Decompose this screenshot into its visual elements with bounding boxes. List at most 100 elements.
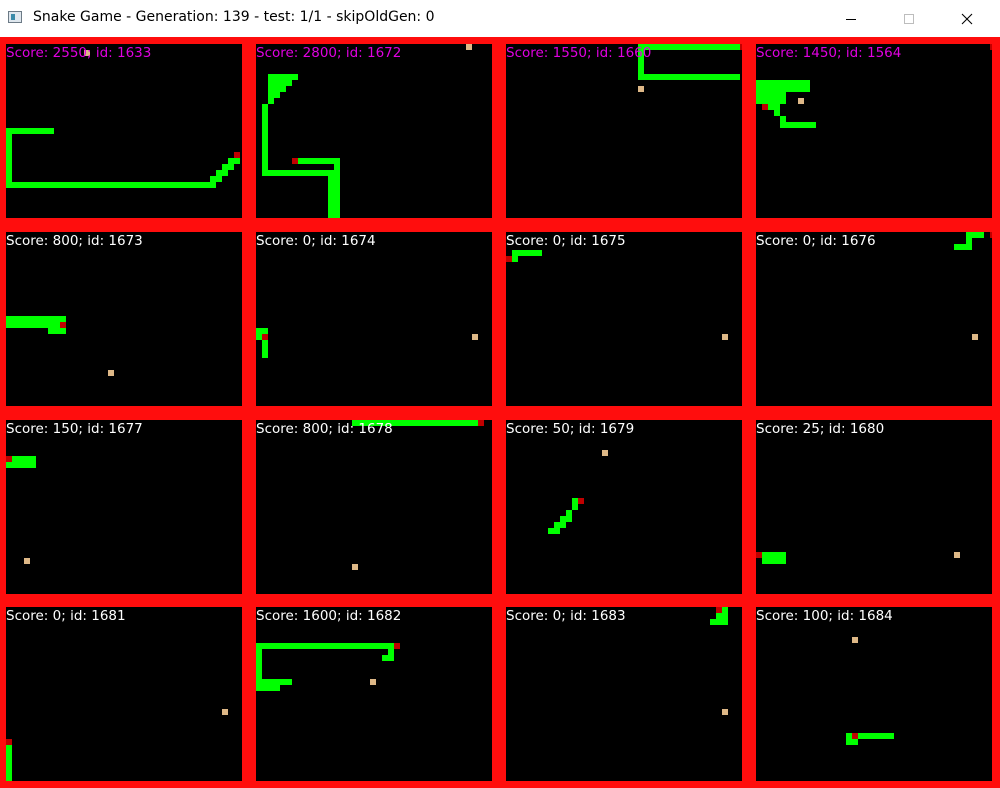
snake-segment xyxy=(274,685,280,691)
snake-segment xyxy=(280,80,286,86)
board-score-label: Score: 800; id: 1673 xyxy=(6,233,143,249)
game-board: Score: 1550; id: 1660 xyxy=(506,44,742,218)
game-board: Score: 0; id: 1681 xyxy=(6,607,242,781)
food-pellet xyxy=(722,709,728,715)
snake-head xyxy=(716,607,722,613)
snake-segment xyxy=(382,655,388,661)
snake-segment xyxy=(780,92,786,98)
snake-head xyxy=(60,322,66,328)
snake-head xyxy=(990,44,992,50)
close-button[interactable] xyxy=(944,0,990,37)
game-board: Score: 0; id: 1676 xyxy=(756,232,992,406)
food-pellet xyxy=(954,552,960,558)
minimize-icon xyxy=(846,18,856,20)
snake-segment xyxy=(554,528,560,534)
food-pellet xyxy=(108,370,114,376)
snake-head xyxy=(292,158,298,164)
snake-segment xyxy=(60,328,66,334)
game-board: Score: 800; id: 1678 xyxy=(256,420,492,594)
board-score-label: Score: 0; id: 1676 xyxy=(756,233,876,249)
food-pellet xyxy=(798,98,804,104)
snake-segment xyxy=(560,522,566,528)
snake-head xyxy=(6,739,12,745)
window-title: Snake Game - Generation: 139 - test: 1/1… xyxy=(33,9,435,25)
snake-head xyxy=(234,152,240,158)
game-board: Score: 1600; id: 1682 xyxy=(256,607,492,781)
snake-segment xyxy=(328,158,334,164)
title-bar[interactable]: Snake Game - Generation: 139 - test: 1/1… xyxy=(0,0,1000,37)
snake-segment xyxy=(768,92,774,98)
snake-head xyxy=(578,498,584,504)
snake-segment xyxy=(566,516,572,522)
snake-segment xyxy=(228,164,234,170)
game-board: Score: 2550; id: 1633 xyxy=(6,44,242,218)
food-pellet xyxy=(352,564,358,570)
snake-segment xyxy=(966,244,972,250)
minimize-button[interactable] xyxy=(828,0,874,37)
food-pellet xyxy=(466,44,472,50)
snake-segment xyxy=(234,158,240,164)
snake-segment xyxy=(388,655,394,661)
snake-head xyxy=(262,334,268,340)
snake-head xyxy=(756,552,762,558)
snake-segment xyxy=(852,739,858,745)
snake-segment xyxy=(268,98,274,104)
snake-segment xyxy=(262,352,268,358)
board-score-label: Score: 1450; id: 1564 xyxy=(756,45,902,61)
snake-segment xyxy=(274,86,280,92)
game-board: Score: 2800; id: 1672 xyxy=(256,44,492,218)
snake-segment xyxy=(722,619,728,625)
game-board: Score: 0; id: 1683 xyxy=(506,607,742,781)
snake-segment xyxy=(210,182,216,188)
food-pellet xyxy=(602,450,608,456)
snake-segment xyxy=(268,92,274,98)
snake-head xyxy=(990,232,992,238)
food-pellet xyxy=(24,558,30,564)
food-pellet xyxy=(852,637,858,643)
app-window-icon xyxy=(8,11,22,23)
board-score-label: Score: 800; id: 1678 xyxy=(256,421,393,437)
snake-segment xyxy=(286,679,292,685)
maximize-button[interactable] xyxy=(886,0,932,37)
board-score-label: Score: 50; id: 1679 xyxy=(506,421,635,437)
snake-head xyxy=(762,104,768,110)
snake-segment xyxy=(334,212,340,218)
food-pellet xyxy=(370,679,376,685)
snake-segment xyxy=(774,104,780,110)
close-icon xyxy=(961,13,973,24)
snake-segment xyxy=(512,256,518,262)
snake-segment xyxy=(780,98,786,104)
game-board: Score: 25; id: 1680 xyxy=(756,420,992,594)
maximize-icon xyxy=(904,13,914,24)
snake-segment xyxy=(804,86,810,92)
snake-head xyxy=(478,420,484,426)
snake-segment xyxy=(274,92,280,98)
board-score-label: Score: 1600; id: 1682 xyxy=(256,608,402,624)
snake-segment xyxy=(286,80,292,86)
game-board: Score: 50; id: 1679 xyxy=(506,420,742,594)
snake-segment xyxy=(888,733,894,739)
snake-segment xyxy=(30,462,36,468)
snake-segment xyxy=(536,250,542,256)
game-board: Score: 800; id: 1673 xyxy=(6,232,242,406)
snake-segment xyxy=(734,74,740,80)
game-board: Score: 150; id: 1677 xyxy=(6,420,242,594)
food-pellet xyxy=(472,334,478,340)
food-pellet xyxy=(222,709,228,715)
board-score-label: Score: 25; id: 1680 xyxy=(756,421,885,437)
food-pellet xyxy=(722,334,728,340)
board-score-label: Score: 0; id: 1683 xyxy=(506,608,626,624)
snake-head xyxy=(852,733,858,739)
snake-head xyxy=(740,44,742,50)
board-score-label: Score: 0; id: 1675 xyxy=(506,233,626,249)
snake-segment xyxy=(722,613,728,619)
game-board: Score: 100; id: 1684 xyxy=(756,607,992,781)
board-score-label: Score: 1550; id: 1660 xyxy=(506,45,652,61)
game-board: Score: 1450; id: 1564 xyxy=(756,44,992,218)
board-score-label: Score: 2550; id: 1633 xyxy=(6,45,152,61)
board-score-label: Score: 100; id: 1684 xyxy=(756,608,893,624)
snake-segment xyxy=(978,232,984,238)
snake-head xyxy=(506,256,512,262)
game-board: Score: 0; id: 1675 xyxy=(506,232,742,406)
game-grid: Score: 2550; id: 1633 Score: 2800; id: 16… xyxy=(0,37,1000,788)
